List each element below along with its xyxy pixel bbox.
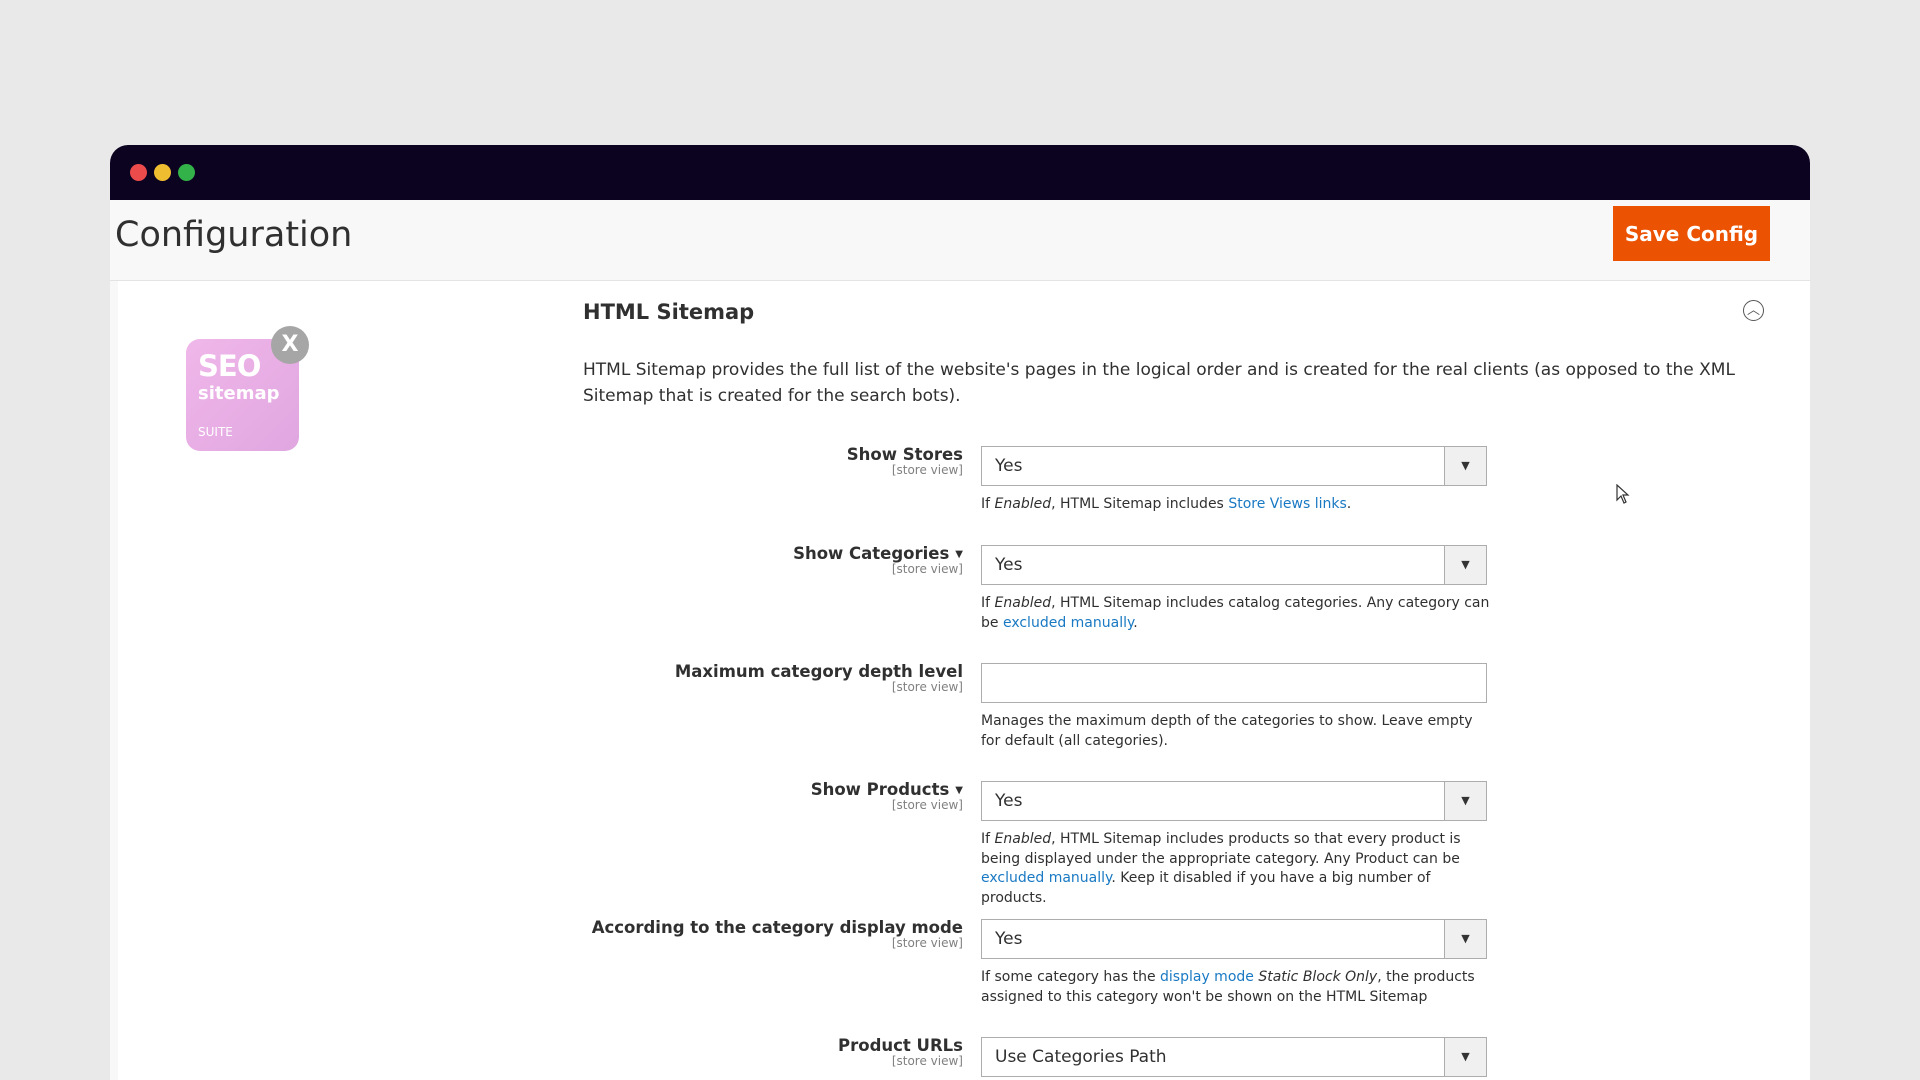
excluded-manually-link[interactable]: excluded manually [1003,615,1133,631]
page-title: Configuration [115,215,353,255]
field-label-show-products[interactable]: Show Products ▼ [store view] [118,780,963,812]
select-value: Yes [995,456,1023,476]
caret-down-icon[interactable]: ▼ [955,785,963,796]
store-views-link[interactable]: Store Views links [1228,496,1346,512]
select-value: Yes [995,555,1023,575]
max-depth-input[interactable] [981,663,1487,703]
close-window-button[interactable] [130,164,147,181]
logo-text-suite: SUITE [198,425,233,439]
page-header: Configuration Save Config [110,200,1810,281]
select-value: Use Categories Path [995,1047,1167,1067]
show-products-note: If Enabled, HTML Sitemap includes produc… [981,831,1461,906]
scope-label: [store view] [891,680,963,694]
display-mode-link[interactable]: display mode [1160,969,1254,985]
field-label-text: Show Products [810,780,950,799]
section-intro: HTML Sitemap provides the full list of t… [583,360,1735,406]
browser-window: Configuration Save Config SEO sitemap SU… [110,145,1810,1080]
section-title[interactable]: HTML Sitemap [583,300,754,324]
field-label-text: Show Stores [846,445,963,464]
scope-label: [store view] [891,562,963,576]
show-categories-note: If Enabled, HTML Sitemap includes catalo… [981,595,1490,631]
field-label-product-urls: Product URLs [store view] [118,1036,963,1068]
excluded-manually-link[interactable]: excluded manually [981,870,1111,886]
show-products-select[interactable]: Yes ▼ [981,781,1487,821]
show-categories-select[interactable]: Yes ▼ [981,545,1487,585]
field-label-text: Show Categories [793,544,950,563]
logo-text-sitemap: sitemap [198,383,280,404]
mouse-cursor-icon [1616,484,1630,504]
logo-close-icon[interactable]: X [271,326,309,364]
save-config-button[interactable]: Save Config [1613,206,1770,261]
chevron-down-icon[interactable]: ▼ [1444,546,1486,584]
field-label-text: According to the category display mode [591,918,963,937]
scope-label: [store view] [891,936,963,950]
select-value: Yes [995,791,1023,811]
select-value: Yes [995,929,1023,949]
product-urls-select[interactable]: Use Categories Path ▼ [981,1037,1487,1077]
minimize-window-button[interactable] [154,164,171,181]
field-label-show-categories[interactable]: Show Categories ▼ [store view] [118,544,963,576]
chevron-down-icon[interactable]: ▼ [1444,920,1486,958]
maximize-window-button[interactable] [178,164,195,181]
chevron-down-icon[interactable]: ▼ [1444,782,1486,820]
caret-down-icon[interactable]: ▼ [955,549,963,560]
display-mode-note: If some category has the display mode St… [981,969,1475,1005]
scope-label: [store view] [891,798,963,812]
show-stores-select[interactable]: Yes ▼ [981,446,1487,486]
field-label-display-mode: According to the category display mode [… [118,918,963,950]
display-mode-select[interactable]: Yes ▼ [981,919,1487,959]
field-label-max-depth: Maximum category depth level [store view… [118,662,963,694]
show-stores-note: If Enabled, HTML Sitemap includes Store … [981,496,1352,512]
collapse-icon[interactable]: ︿ [1743,300,1764,321]
scope-label: [store view] [891,1054,963,1068]
field-label-text: Product URLs [838,1036,963,1055]
window-titlebar [110,145,1810,200]
chevron-down-icon[interactable]: ▼ [1444,1038,1486,1076]
scope-label: [store view] [891,463,963,477]
logo-text-seo: SEO [198,349,261,383]
field-label-text: Maximum category depth level [674,662,963,681]
config-content: SEO sitemap SUITE X HTML Sitemap ︿ HTML … [118,281,1810,1080]
chevron-down-icon[interactable]: ▼ [1444,447,1486,485]
field-label-show-stores: Show Stores [store view] [118,445,963,477]
max-depth-note: Manages the maximum depth of the categor… [981,713,1473,749]
